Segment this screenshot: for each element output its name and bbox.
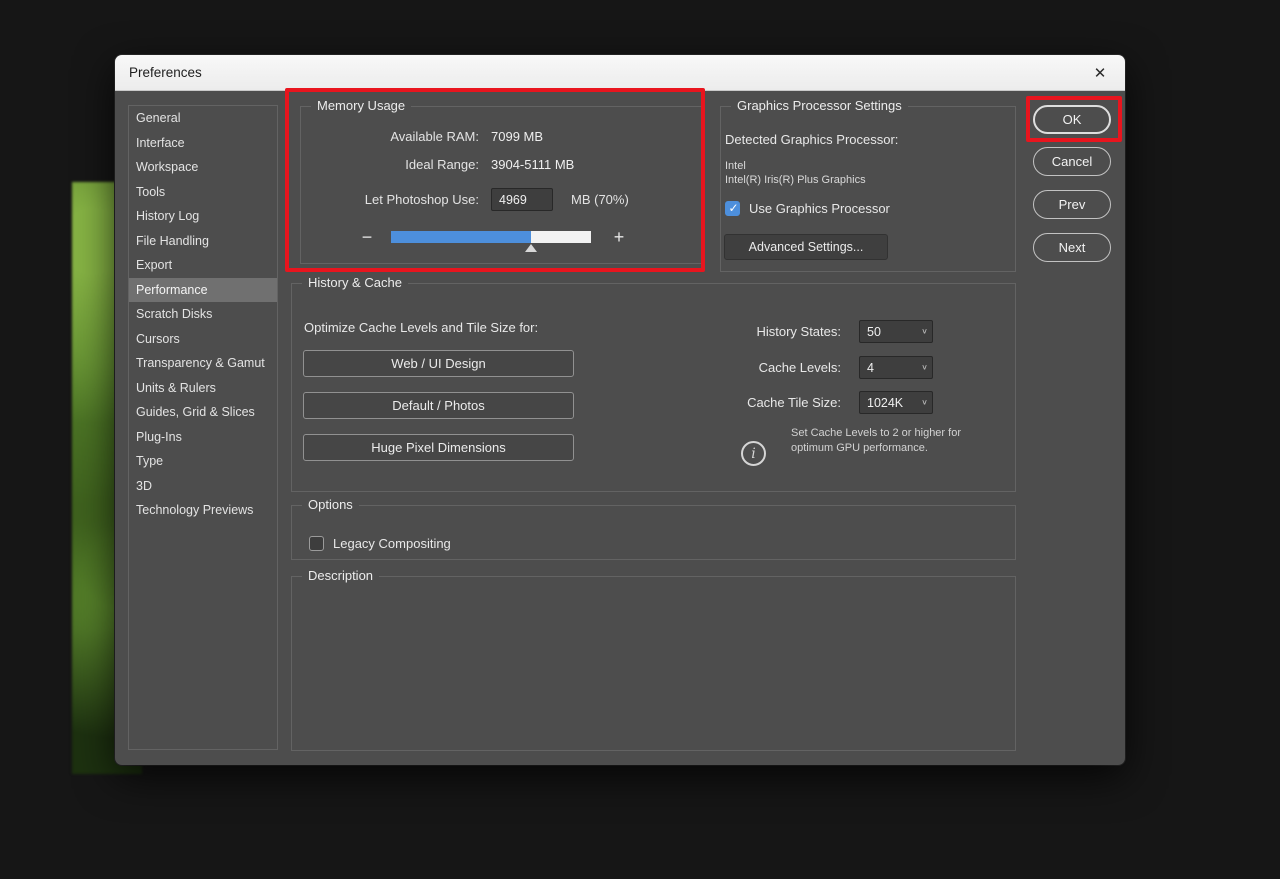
- memory-usage-section: Memory Usage Available RAM: 7099 MB Idea…: [300, 106, 702, 264]
- memory-slider-fill: [391, 231, 531, 243]
- sidebar-item-general[interactable]: General: [129, 106, 277, 131]
- preferences-dialog: Preferences ✕ General Interface Workspac…: [115, 55, 1125, 765]
- history-states-row: History States: 50 ∨: [701, 320, 933, 343]
- options-title: Options: [302, 497, 359, 512]
- available-ram-row: Available RAM: 7099 MB: [301, 129, 701, 144]
- sidebar: General Interface Workspace Tools Histor…: [128, 105, 278, 750]
- cache-tile-size-row: Cache Tile Size: 1024K ∨: [701, 391, 933, 414]
- sidebar-item-performance[interactable]: Performance: [129, 278, 277, 303]
- sidebar-item-cursors[interactable]: Cursors: [129, 327, 277, 352]
- use-graphics-processor-label[interactable]: Use Graphics Processor: [749, 201, 890, 216]
- description-section: Description: [291, 576, 1016, 751]
- preset-default-photos-button[interactable]: Default / Photos: [303, 392, 574, 419]
- cache-tile-size-select[interactable]: 1024K ∨: [859, 391, 933, 414]
- gpu-performance-note: Set Cache Levels to 2 or higher for opti…: [791, 426, 961, 456]
- dialog-titlebar: Preferences ✕: [115, 55, 1125, 91]
- available-ram-value: 7099 MB: [491, 129, 543, 144]
- sidebar-item-technology-previews[interactable]: Technology Previews: [129, 498, 277, 523]
- prev-button[interactable]: Prev: [1033, 190, 1111, 219]
- let-photoshop-use-row: Let Photoshop Use: MB (70%): [301, 188, 701, 211]
- graphics-processor-section: Graphics Processor Settings Detected Gra…: [720, 106, 1016, 272]
- memory-usage-title: Memory Usage: [311, 98, 411, 113]
- use-graphics-processor-row: ✓ Use Graphics Processor: [725, 201, 890, 216]
- sidebar-item-history-log[interactable]: History Log: [129, 204, 277, 229]
- cache-levels-row: Cache Levels: 4 ∨: [701, 356, 933, 379]
- sidebar-item-guides-grid-slices[interactable]: Guides, Grid & Slices: [129, 400, 277, 425]
- sidebar-item-interface[interactable]: Interface: [129, 131, 277, 156]
- history-cache-section: History & Cache Optimize Cache Levels an…: [291, 283, 1016, 492]
- memory-slider-thumb[interactable]: [525, 244, 537, 252]
- dialog-title: Preferences: [129, 65, 202, 80]
- ideal-range-label: Ideal Range:: [301, 157, 479, 172]
- cache-tile-size-label: Cache Tile Size:: [701, 395, 841, 410]
- gpu-model: Intel(R) Iris(R) Plus Graphics: [725, 174, 866, 187]
- optimize-cache-label: Optimize Cache Levels and Tile Size for:: [304, 320, 538, 335]
- sidebar-item-export[interactable]: Export: [129, 253, 277, 278]
- slider-increase-button[interactable]: +: [609, 227, 629, 247]
- cache-tile-size-value: 1024K: [860, 396, 917, 410]
- close-icon: ✕: [1094, 64, 1107, 82]
- history-states-select[interactable]: 50 ∨: [859, 320, 933, 343]
- sidebar-item-workspace[interactable]: Workspace: [129, 155, 277, 180]
- next-button[interactable]: Next: [1033, 233, 1111, 262]
- sidebar-item-file-handling[interactable]: File Handling: [129, 229, 277, 254]
- preset-huge-pixel-dimensions-button[interactable]: Huge Pixel Dimensions: [303, 434, 574, 461]
- desktop-background: Preferences ✕ General Interface Workspac…: [0, 0, 1280, 879]
- legacy-compositing-checkbox[interactable]: ✓: [309, 536, 324, 551]
- history-states-label: History States:: [701, 324, 841, 339]
- memory-slider: − +: [357, 227, 629, 247]
- sidebar-item-3d[interactable]: 3D: [129, 474, 277, 499]
- cancel-button[interactable]: Cancel: [1033, 147, 1111, 176]
- gpu-performance-note-line2: optimum GPU performance.: [791, 441, 961, 456]
- sidebar-item-tools[interactable]: Tools: [129, 180, 277, 205]
- mb-percent-label: MB (70%): [571, 192, 629, 207]
- history-cache-title: History & Cache: [302, 275, 408, 290]
- close-button[interactable]: ✕: [1087, 55, 1113, 91]
- preset-web-ui-design-button[interactable]: Web / UI Design: [303, 350, 574, 377]
- slider-decrease-button[interactable]: −: [357, 227, 377, 247]
- let-photoshop-use-label: Let Photoshop Use:: [301, 192, 479, 207]
- info-icon: i: [741, 441, 766, 466]
- chevron-down-icon: ∨: [917, 398, 932, 407]
- sidebar-item-units-rulers[interactable]: Units & Rulers: [129, 376, 277, 401]
- ok-button[interactable]: OK: [1033, 105, 1111, 134]
- cache-levels-value: 4: [860, 361, 917, 375]
- history-states-value: 50: [860, 325, 917, 339]
- let-photoshop-use-input[interactable]: [491, 188, 553, 211]
- sidebar-item-plug-ins[interactable]: Plug-Ins: [129, 425, 277, 450]
- ideal-range-value: 3904-5111 MB: [491, 157, 574, 172]
- check-icon: ✓: [726, 201, 741, 216]
- chevron-down-icon: ∨: [917, 363, 932, 372]
- gpu-performance-note-line1: Set Cache Levels to 2 or higher for: [791, 426, 961, 441]
- chevron-down-icon: ∨: [917, 327, 932, 336]
- advanced-settings-button[interactable]: Advanced Settings...: [724, 234, 888, 260]
- sidebar-item-scratch-disks[interactable]: Scratch Disks: [129, 302, 277, 327]
- graphics-processor-title: Graphics Processor Settings: [731, 98, 908, 113]
- info-icon-glyph: i: [751, 446, 755, 462]
- detected-gpu-label: Detected Graphics Processor:: [725, 132, 898, 147]
- cache-levels-select[interactable]: 4 ∨: [859, 356, 933, 379]
- gpu-vendor: Intel: [725, 160, 746, 173]
- legacy-compositing-label[interactable]: Legacy Compositing: [333, 536, 451, 551]
- available-ram-label: Available RAM:: [301, 129, 479, 144]
- use-graphics-processor-checkbox[interactable]: ✓: [725, 201, 740, 216]
- cache-levels-label: Cache Levels:: [701, 360, 841, 375]
- description-title: Description: [302, 568, 379, 583]
- dialog-body: General Interface Workspace Tools Histor…: [115, 91, 1125, 765]
- legacy-compositing-row: ✓ Legacy Compositing: [309, 536, 451, 551]
- options-section: Options ✓ Legacy Compositing: [291, 505, 1016, 560]
- memory-slider-track[interactable]: [391, 231, 591, 243]
- ideal-range-row: Ideal Range: 3904-5111 MB: [301, 157, 701, 172]
- sidebar-item-type[interactable]: Type: [129, 449, 277, 474]
- sidebar-item-transparency-gamut[interactable]: Transparency & Gamut: [129, 351, 277, 376]
